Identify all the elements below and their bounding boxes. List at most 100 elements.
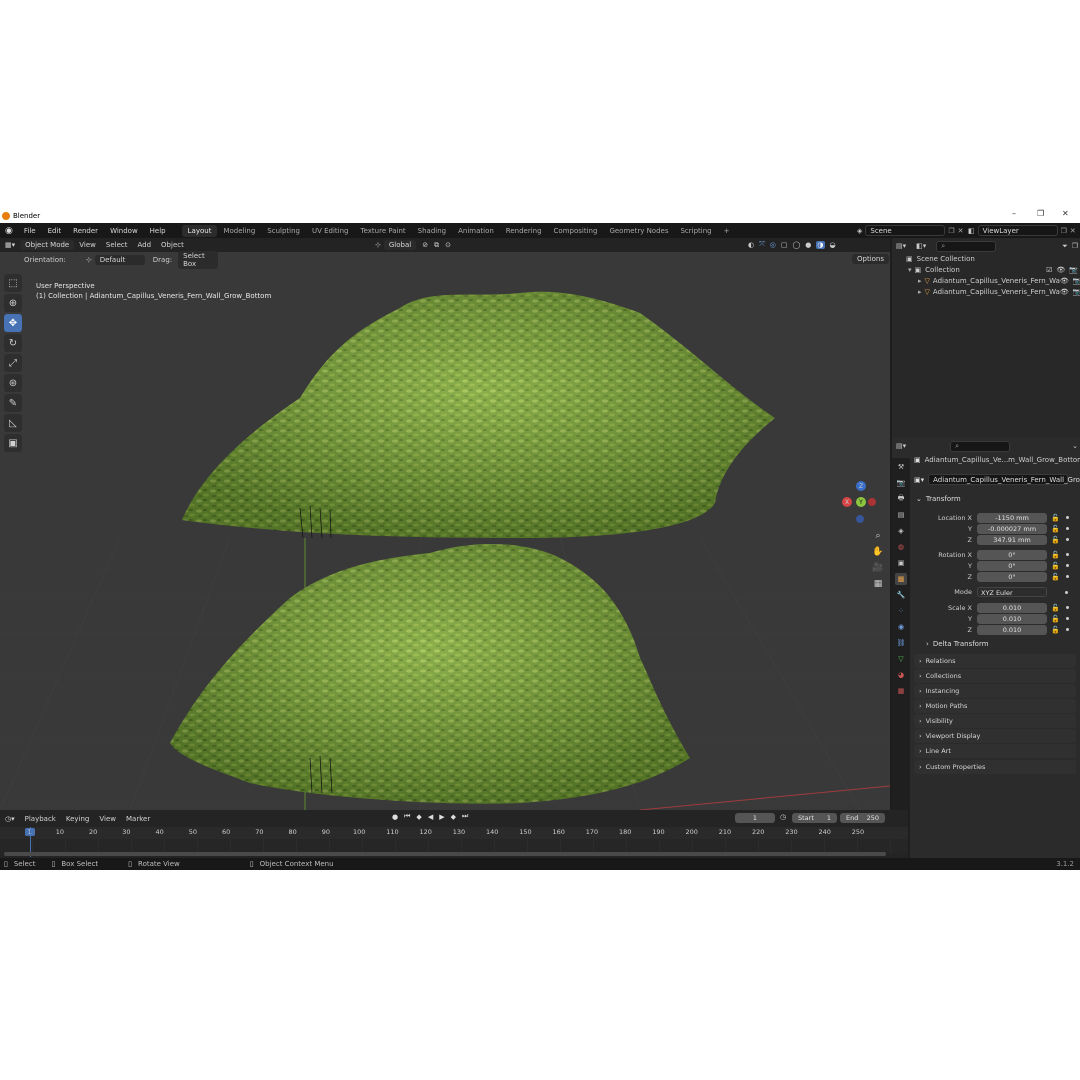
workspace-tab-compositing[interactable]: Compositing [548,225,604,237]
physics-tab-icon[interactable]: ◉ [895,621,907,633]
scene-remove-icon[interactable]: ✕ [958,227,964,235]
viewport-menu-add[interactable]: Add [132,241,156,249]
add-workspace-icon[interactable]: + [718,225,736,237]
camera-icon[interactable]: 📷 [1073,288,1080,296]
keyframe-dot[interactable] [1065,575,1069,578]
scale-y-field[interactable]: 0.010 [977,613,1047,624]
transform-panel-header[interactable]: ⌄ Transform [916,495,961,503]
play-icon[interactable]: ▶ [439,813,444,821]
rotation-z-field[interactable]: 0° [977,571,1047,582]
location-x-field[interactable]: -1150 mm [977,512,1047,523]
scene-field[interactable]: Scene [865,225,946,236]
timeline-track[interactable] [0,839,908,853]
timeline-menu-marker[interactable]: Marker [121,815,155,823]
zoom-icon[interactable]: ⌕ [870,528,886,544]
menu-file[interactable]: File [18,227,42,235]
annotate-tool-icon[interactable]: ✎ [4,394,22,412]
xray-icon[interactable]: ▢ [781,241,788,249]
outliner-search-input[interactable]: ⌕ [936,240,997,252]
timeline-menu-view[interactable]: View [94,815,121,823]
camera-icon[interactable]: 📷 [1073,277,1080,285]
expand-arrow-icon[interactable]: ▸ [918,288,922,296]
display-mode-icon[interactable]: ◧▾ [916,242,926,250]
menu-help[interactable]: Help [144,227,172,235]
scene-tab-icon[interactable]: ◈ [895,525,907,537]
menu-window[interactable]: Window [104,227,144,235]
perspective-toggle-icon[interactable]: ▦ [870,576,886,592]
collection-tab-icon[interactable]: ▣ [895,557,907,569]
select-box-tool-icon[interactable]: ⬚ [4,274,22,292]
particles-tab-icon[interactable]: ⁘ [895,605,907,617]
timeline-menu-playback[interactable]: Playback [20,815,61,823]
collection-row[interactable]: ▾ ▣ Collection ☑ 👁 📷 [908,266,1078,274]
properties-search-input[interactable]: ⌕ [950,440,1011,452]
eye-icon[interactable]: 👁 [1060,277,1069,285]
lock-icon[interactable]: 🔓 [1051,562,1060,570]
gizmo-y-axis[interactable]: Y [856,497,866,507]
workspace-tab-texture-paint[interactable]: Texture Paint [355,225,412,237]
proportional-edit-icon[interactable]: ⊙ [445,241,451,249]
rendered-shading-icon[interactable]: ◒ [830,241,836,249]
menu-edit[interactable]: Edit [42,227,68,235]
cursor-tool-icon[interactable]: ⊕ [4,294,22,312]
expand-arrow-icon[interactable]: ▸ [918,277,922,285]
minimize-icon[interactable]: – [1012,209,1016,218]
workspace-tab-modeling[interactable]: Modeling [217,225,261,237]
rotation-mode-dropdown[interactable]: XYZ Euler [977,587,1047,597]
workspace-tab-shading[interactable]: Shading [412,225,452,237]
new-collection-icon[interactable]: ❐ [1072,242,1078,250]
workspace-tab-uv-editing[interactable]: UV Editing [306,225,355,237]
keyframe-dot[interactable] [1065,606,1069,609]
custom-properties-panel[interactable]: › Custom Properties [914,760,1076,774]
transform-tool-icon[interactable]: ⊛ [4,374,22,392]
end-frame-field[interactable]: End 250 [840,813,885,823]
restore-icon[interactable]: ❐ [1037,209,1044,218]
camera-icon[interactable]: 📷 [1069,266,1078,274]
instancing-panel[interactable]: › Instancing [914,684,1076,698]
scale-z-field[interactable]: 0.010 [977,624,1047,635]
transform-orientation-dropdown[interactable]: Global [383,240,417,250]
workspace-tab-scripting[interactable]: Scripting [674,225,717,237]
expand-arrow-icon[interactable]: ▾ [908,266,912,274]
jump-prev-keyframe-icon[interactable]: ◆ [416,813,421,821]
workspace-tab-rendering[interactable]: Rendering [500,225,548,237]
view-layer-copy-icon[interactable]: ❐ [1061,227,1067,235]
start-frame-field[interactable]: Start 1 [792,813,837,823]
object-name-field[interactable]: Adiantum_Capillus_Veneris_Fern_Wall_Grow… [928,474,1080,485]
lock-icon[interactable]: 🔓 [1051,626,1060,634]
view-layer-field[interactable]: ViewLayer [977,225,1058,236]
gizmo-icon[interactable]: ⤧ [759,240,765,249]
wireframe-shading-icon[interactable]: ◯ [792,241,800,249]
lock-icon[interactable]: 🔓 [1051,573,1060,581]
gizmo-x-axis[interactable]: X [842,497,852,507]
delta-transform-subpanel[interactable]: › Delta Transform [926,640,989,648]
keyframe-dot[interactable] [1065,617,1069,620]
editor-type-icon[interactable]: ▦▾ [0,241,20,249]
timeline-editor-icon[interactable]: ◷▾ [0,815,20,823]
location-y-field[interactable]: -0.000027 mm [977,523,1047,534]
eye-icon[interactable]: 👁 [1060,288,1069,296]
preview-range-icon[interactable]: ◷ [780,813,786,821]
close-icon[interactable]: ✕ [1062,209,1069,218]
gizmo-neg-x[interactable] [868,498,876,506]
play-reverse-icon[interactable]: ◀ [428,813,433,821]
gizmo-z-axis[interactable]: Z [856,481,866,491]
jump-end-icon[interactable]: ⏭ [462,812,468,821]
timeline-ruler[interactable]: 1102030405060708090100110120130140150160… [0,827,908,839]
motion-paths-panel[interactable]: › Motion Paths [914,699,1076,713]
camera-view-icon[interactable]: 🎥 [870,560,886,576]
filter-icon[interactable]: ⏷ [1062,242,1068,251]
object-tab-icon[interactable]: ▩ [895,573,907,585]
scale-x-field[interactable]: 0.010 [977,602,1047,613]
keyframe-dot[interactable] [1065,553,1069,556]
outliner-object-row[interactable]: ▸ ▽ Adiantum_Capillus_Veneris_Fern_Wa 👁 … [918,288,1080,296]
line-art-panel[interactable]: › Line Art [914,744,1076,758]
world-tab-icon[interactable]: ◍ [895,541,907,553]
view-layer-icon[interactable]: ◧ [968,227,975,235]
record-icon[interactable]: ● [392,813,398,821]
modifier-tab-icon[interactable]: 🔧 [895,589,907,601]
measure-tool-icon[interactable]: ◺ [4,414,22,432]
keyframe-dot[interactable] [1065,538,1069,541]
scene-collection-row[interactable]: ▣ Scene Collection [906,255,975,263]
keyframe-dot[interactable] [1065,564,1069,567]
